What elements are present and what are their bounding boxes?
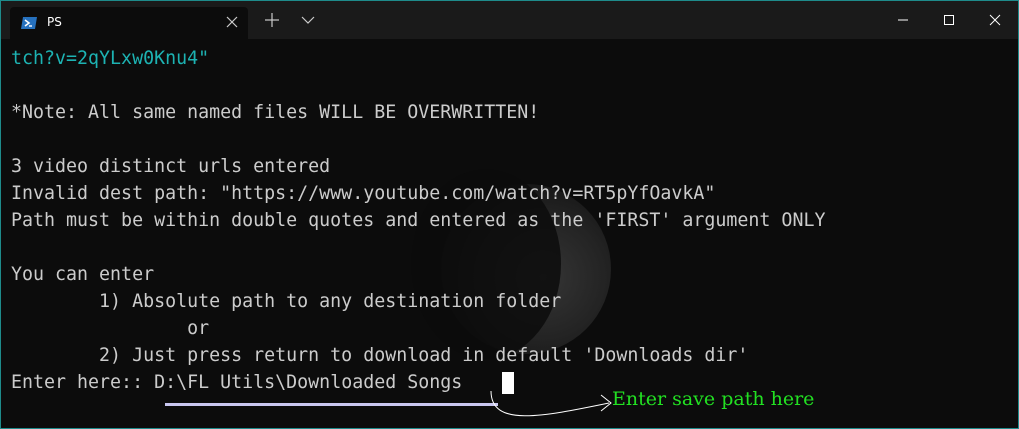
plus-icon bbox=[265, 13, 279, 27]
terminal-line-note: *Note: All same named files WILL BE OVER… bbox=[11, 102, 540, 123]
close-icon[interactable] bbox=[223, 13, 241, 31]
maximize-button[interactable] bbox=[926, 1, 972, 39]
title-bar: PS bbox=[1, 1, 1018, 39]
maximize-icon bbox=[944, 15, 954, 25]
chevron-down-icon bbox=[301, 16, 315, 24]
annotation-label: Enter save path here bbox=[612, 388, 815, 410]
tab-ps[interactable]: PS bbox=[10, 7, 248, 39]
annotation-arrow bbox=[490, 390, 612, 417]
new-tab-button[interactable] bbox=[263, 11, 281, 29]
terminal-window: PS tch?v=2qYLxw0Knu4" *Note: All same na… bbox=[0, 0, 1019, 429]
terminal-line-url-tail: tch?v=2qYLxw0Knu4" bbox=[11, 48, 210, 69]
tab-title: PS bbox=[47, 15, 62, 29]
terminal-prompt-line[interactable]: Enter here:: D:\FL Utils\Downloaded Song… bbox=[11, 369, 462, 396]
tab-dropdown-button[interactable] bbox=[299, 11, 317, 29]
terminal-line-path-rule: Path must be within double quotes and en… bbox=[11, 210, 826, 231]
terminal-output[interactable]: tch?v=2qYLxw0Knu4" *Note: All same named… bbox=[1, 39, 1018, 428]
prompt-label: Enter here:: bbox=[11, 372, 155, 393]
prompt-input-value[interactable]: D:\FL Utils\Downloaded Songs bbox=[154, 372, 462, 393]
minimize-icon bbox=[898, 19, 908, 21]
terminal-line-option-2: 2) Just press return to download in defa… bbox=[11, 345, 749, 366]
terminal-line-or: or bbox=[11, 318, 210, 339]
terminal-line-option-1: 1) Absolute path to any destination fold… bbox=[11, 291, 562, 312]
close-icon bbox=[989, 14, 1001, 26]
terminal-line-you-can-enter: You can enter bbox=[11, 264, 155, 285]
highlight-underline bbox=[165, 403, 498, 406]
terminal-line-count: 3 video distinct urls entered bbox=[11, 156, 331, 177]
window-close-button[interactable] bbox=[972, 1, 1018, 39]
terminal-line-invalid-path: Invalid dest path: "https://www.youtube.… bbox=[11, 183, 716, 204]
minimize-button[interactable] bbox=[880, 1, 926, 39]
powershell-icon bbox=[21, 15, 37, 29]
